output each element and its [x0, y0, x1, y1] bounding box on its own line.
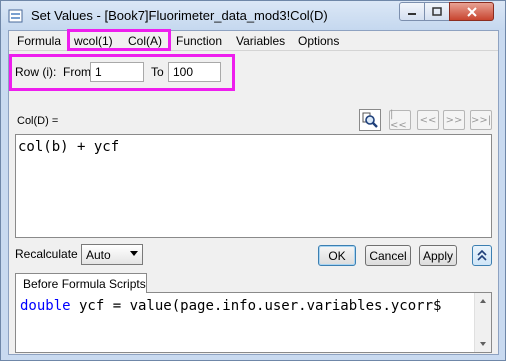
scripts-panel: Before Formula Scripts double ycf = valu… [15, 273, 492, 353]
script-line: double ycf = value(page.info.user.variab… [20, 298, 441, 314]
magnifier-icon [362, 112, 378, 128]
maximize-icon [432, 7, 442, 16]
from-label: From [63, 65, 91, 79]
nav-next-button[interactable]: >> [443, 110, 465, 130]
scroll-up-icon[interactable] [480, 299, 486, 303]
formula-label: Col(D) = [17, 115, 59, 127]
search-formula-button[interactable] [359, 109, 381, 131]
menu-highlight-box [67, 29, 171, 51]
set-values-dialog: Set Values - [Book7]Fluorimeter_data_mod… [0, 0, 506, 361]
script-keyword: double [20, 298, 71, 314]
origin-app-icon [8, 9, 23, 23]
scroll-down-icon[interactable] [480, 342, 486, 346]
to-input[interactable]: 100 [168, 62, 221, 82]
row-label: Row (i): [15, 65, 57, 79]
minimize-button[interactable] [399, 2, 425, 21]
double-chevron-up-icon [477, 250, 487, 261]
dialog-body: Formula wcol(1) Col(A) Function Variable… [8, 29, 499, 355]
menu-options[interactable]: Options [298, 34, 339, 48]
nav-last-button[interactable]: >>| [470, 110, 492, 130]
collapse-button[interactable] [472, 245, 492, 266]
minimize-icon [408, 12, 416, 15]
from-input[interactable]: 1 [90, 62, 144, 82]
vertical-scrollbar[interactable] [474, 293, 491, 352]
menu-bar: Formula wcol(1) Col(A) Function Variable… [9, 29, 498, 51]
recalculate-value: Auto [86, 248, 111, 262]
menu-function[interactable]: Function [176, 34, 222, 48]
formula-editor[interactable]: col(b) + ycf [15, 134, 492, 238]
ok-button[interactable]: OK [318, 245, 356, 266]
maximize-button[interactable] [424, 2, 450, 21]
cancel-button[interactable]: Cancel [365, 245, 411, 266]
recalculate-label: Recalculate [15, 247, 78, 261]
to-label: To [151, 65, 164, 79]
menu-formula[interactable]: Formula [17, 34, 61, 48]
recalculate-select[interactable]: Auto [81, 244, 143, 265]
menu-variables[interactable]: Variables [236, 34, 285, 48]
close-button[interactable] [449, 2, 494, 21]
close-icon [466, 6, 477, 17]
title-bar: Set Values - [Book7]Fluorimeter_data_mod… [1, 1, 505, 30]
nav-first-button[interactable]: |<< [389, 109, 411, 131]
apply-button[interactable]: Apply [419, 245, 457, 266]
nav-prev-button[interactable]: << [417, 110, 439, 130]
scripts-editor[interactable]: double ycf = value(page.info.user.variab… [15, 292, 492, 353]
window-title: Set Values - [Book7]Fluorimeter_data_mod… [31, 8, 328, 23]
script-text: ycf = value(page.info.user.variables.yco… [70, 298, 442, 314]
tab-before-formula-scripts[interactable]: Before Formula Scripts [15, 273, 147, 293]
chevron-down-icon [130, 251, 138, 256]
